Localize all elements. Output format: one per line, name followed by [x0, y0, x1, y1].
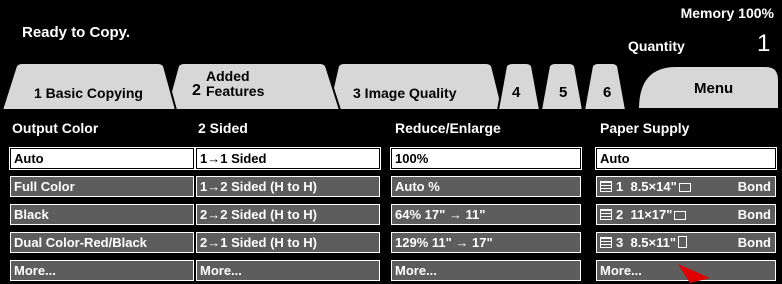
reduce-enlarge-more[interactable]: More... [391, 260, 581, 281]
paper-supply-title: Paper Supply [600, 120, 690, 136]
memory-indicator: Memory 100% [680, 5, 774, 21]
paper-tray-2[interactable]: 2 11×17" Bond [596, 204, 776, 225]
tab-added-features-line2: Features [206, 83, 265, 99]
paper-tray-1[interactable]: 1 8.5×14" Bond [596, 176, 776, 197]
paper-supply-auto[interactable]: Auto [595, 147, 777, 170]
status-bar: Ready to Copy. Memory 100% Quantity 1 [0, 0, 782, 62]
two-sided-1-to-2[interactable]: 1→2 Sided (H to H) [196, 176, 380, 197]
tab-basic-copying[interactable]: 1 Basic Copying [34, 85, 143, 101]
tray-2-size: 11×17" [630, 207, 673, 222]
output-color-title: Output Color [12, 120, 99, 136]
quantity-label: Quantity [628, 38, 685, 54]
landscape-orientation-icon [674, 211, 687, 220]
menu-button[interactable]: Menu [694, 80, 733, 97]
two-sided-2-to-1[interactable]: 2→1 Sided (H to H) [196, 232, 380, 253]
reduce-enlarge-100[interactable]: 100% [390, 147, 582, 170]
copier-screen: Ready to Copy. Memory 100% Quantity 1 1 … [0, 0, 782, 284]
two-sided-title: 2 Sided [198, 120, 248, 136]
tray-3-type: Bond [737, 235, 771, 250]
pointer-arrow-icon [678, 264, 710, 283]
tab-6[interactable]: 6 [603, 84, 611, 101]
two-sided-more[interactable]: More... [196, 260, 380, 281]
tray-1-number: 1 [616, 179, 624, 194]
output-color-dual-red-black[interactable]: Dual Color-Red/Black [10, 232, 194, 253]
reduce-enlarge-auto[interactable]: Auto % [391, 176, 581, 197]
two-sided-1-to-1[interactable]: 1→1 Sided [195, 147, 381, 170]
tray-3-number: 3 [616, 235, 624, 250]
tray-2-type: Bond [737, 207, 771, 222]
tab-image-quality[interactable]: 3 Image Quality [353, 85, 456, 101]
output-color-more[interactable]: More... [10, 260, 194, 281]
two-sided-2-to-2[interactable]: 2→2 Sided (H to H) [196, 204, 380, 225]
output-color-black[interactable]: Black [10, 204, 194, 225]
quantity-value: 1 [757, 30, 771, 57]
tab-added-features-number: 2 [192, 82, 201, 99]
reduce-enlarge-129[interactable]: 129% 11" → 17" [391, 232, 581, 253]
tray-icon [600, 237, 612, 248]
tab-4[interactable]: 4 [512, 84, 520, 101]
tab-5[interactable]: 5 [559, 84, 567, 101]
tray-icon [600, 209, 612, 220]
tray-2-number: 2 [616, 207, 624, 222]
tab-added-features-line1: Added [206, 68, 250, 84]
reduce-enlarge-64[interactable]: 64% 17" → 11" [391, 204, 581, 225]
tab-strip: 1 Basic Copying 2 Added Features 3 Image… [0, 62, 782, 110]
landscape-orientation-icon [678, 183, 691, 192]
status-message: Ready to Copy. [22, 24, 131, 41]
output-color-auto[interactable]: Auto [9, 147, 195, 170]
portrait-orientation-icon [678, 236, 688, 248]
tray-1-type: Bond [737, 179, 771, 194]
output-color-full-color[interactable]: Full Color [10, 176, 194, 197]
tray-icon [600, 181, 612, 192]
basic-copying-panel: Output Color Auto Full Color Black Dual … [0, 110, 782, 284]
paper-tray-3[interactable]: 3 8.5×11" Bond [596, 232, 776, 253]
tray-1-size: 8.5×14" [630, 179, 677, 194]
tray-3-size: 8.5×11" [630, 235, 677, 250]
reduce-enlarge-title: Reduce/Enlarge [395, 120, 501, 136]
